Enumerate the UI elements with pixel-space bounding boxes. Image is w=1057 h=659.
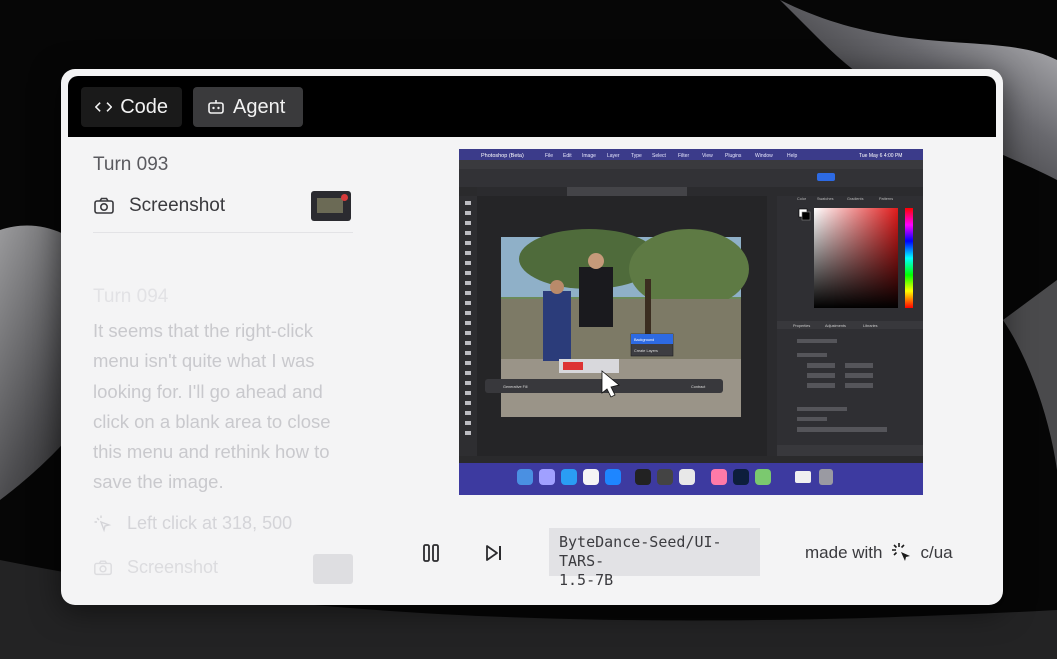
divider bbox=[93, 232, 353, 233]
made-with-label: made with bbox=[805, 543, 883, 562]
brand-name: c/ua bbox=[920, 543, 953, 562]
code-icon bbox=[95, 102, 113, 112]
tab-agent[interactable]: Agent bbox=[193, 87, 303, 127]
menubar-clock: Tue May 6 4:00 PM bbox=[859, 153, 902, 159]
made-with-credit[interactable]: made with c/ua bbox=[805, 541, 953, 565]
playback-controls: ByteDance-Seed/UI-TARS- 1.5-7B made with… bbox=[61, 528, 1003, 589]
panel-tab-color: Color bbox=[797, 197, 807, 201]
menubar-app-name: Photoshop (Beta) bbox=[481, 153, 524, 159]
screenshot-preview[interactable]: Photoshop (Beta) File Edit Image Layer T… bbox=[459, 149, 923, 495]
menu-file: File bbox=[545, 153, 553, 159]
screenshot-label: Screenshot bbox=[129, 195, 226, 216]
task-bar-item-1: Contract bbox=[691, 385, 706, 389]
screenshot-thumbnail[interactable] bbox=[311, 191, 351, 221]
props-tab-properties: Properties bbox=[793, 324, 810, 328]
cursor-spark-icon bbox=[892, 543, 911, 561]
menu-view: View bbox=[702, 153, 713, 159]
model-name-line1: ByteDance-Seed/UI-TARS- bbox=[559, 533, 722, 570]
panel-tab-patterns: Patterns bbox=[879, 197, 893, 201]
menu-layer: Layer bbox=[607, 153, 620, 159]
turn-093: Turn 093 Screenshot bbox=[93, 154, 363, 237]
pause-icon bbox=[423, 544, 439, 562]
hue-slider bbox=[905, 208, 913, 308]
agent-thought: It seems that the right-click menu isn't… bbox=[93, 320, 331, 493]
props-tab-libraries: Libraries bbox=[863, 324, 878, 328]
tab-code[interactable]: Code bbox=[81, 87, 182, 127]
step-forward-button[interactable] bbox=[479, 538, 509, 568]
context-menu-item-1: Create Layers bbox=[634, 349, 658, 353]
model-name-line2: 1.5-7B bbox=[559, 571, 614, 589]
camera-icon bbox=[94, 197, 114, 214]
menu-window: Window bbox=[755, 153, 773, 159]
screenshot-action-row[interactable]: Screenshot bbox=[93, 184, 363, 228]
menu-image: Image bbox=[582, 153, 596, 159]
menu-help: Help bbox=[787, 153, 798, 159]
menu-select: Select bbox=[652, 153, 667, 159]
pause-button[interactable] bbox=[416, 538, 446, 568]
agent-card: Code Agent Turn 093 Screenshot Turn 094 … bbox=[61, 69, 1003, 605]
top-bar: Code Agent bbox=[68, 76, 996, 137]
menu-filter: Filter bbox=[678, 153, 689, 159]
context-menu-item-0: Background bbox=[634, 338, 654, 342]
props-tab-adjustments: Adjustments bbox=[825, 324, 846, 328]
turn-title: Turn 094 bbox=[93, 286, 169, 307]
tab-agent-label: Agent bbox=[233, 95, 286, 118]
panel-tab-swatches: Swatches bbox=[817, 197, 834, 201]
turn-094: Turn 094 It seems that the right-click m… bbox=[93, 286, 358, 498]
model-name-badge: ByteDance-Seed/UI-TARS- 1.5-7B bbox=[549, 528, 760, 589]
robot-icon bbox=[208, 100, 224, 114]
menu-edit: Edit bbox=[563, 153, 572, 159]
task-bar-item-0: Generative Fill bbox=[503, 385, 528, 389]
tab-code-label: Code bbox=[120, 95, 168, 118]
turn-title: Turn 093 bbox=[93, 154, 169, 175]
panel-tab-gradients: Gradients bbox=[847, 197, 864, 201]
menu-plugins: Plugins bbox=[725, 153, 742, 159]
skip-next-icon bbox=[486, 545, 501, 561]
menu-type: Type bbox=[631, 153, 642, 159]
